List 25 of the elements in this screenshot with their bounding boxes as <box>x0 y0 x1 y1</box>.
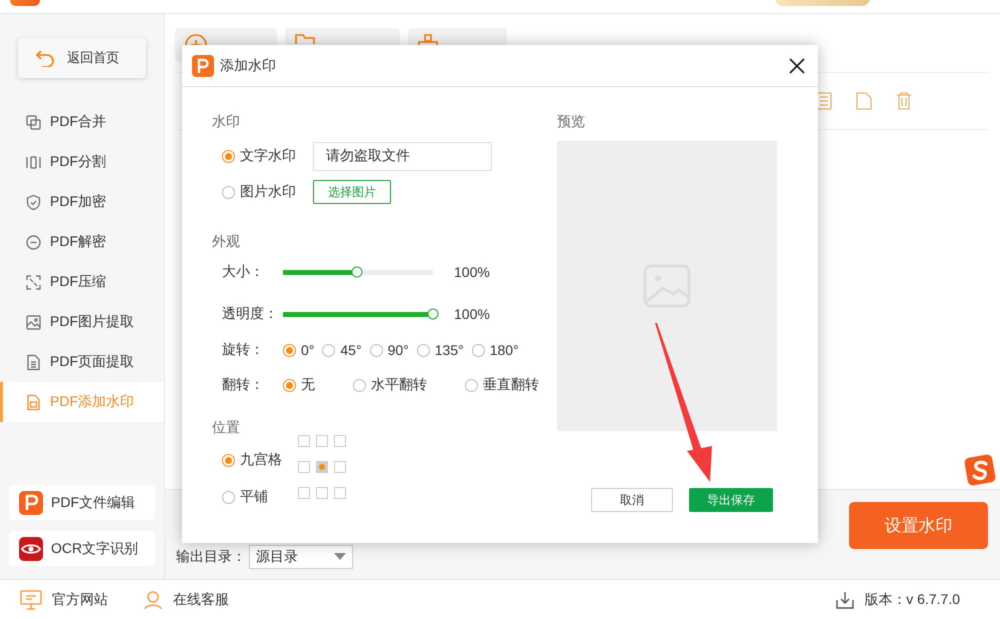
output-label: 输出目录： <box>176 548 246 566</box>
slider-value: 100% <box>454 306 490 322</box>
radio-label: 文字水印 <box>240 147 296 165</box>
radio-label: 垂直翻转 <box>483 376 539 394</box>
radio-label: 图片水印 <box>240 183 296 201</box>
option-label: 翻转： <box>222 376 265 394</box>
option-label: 旋转： <box>222 341 265 359</box>
dialog-title: 添加水印 <box>220 56 276 74</box>
radio-label: 无 <box>301 376 315 394</box>
radio-label: 九宫格 <box>240 451 282 469</box>
radio-label: 135° <box>434 342 464 358</box>
radio-label: 90° <box>388 342 409 358</box>
radio-label: 45° <box>340 342 362 358</box>
section-title: 位置 <box>212 418 241 437</box>
radio-label: 180° <box>490 342 519 358</box>
section-title: 水印 <box>212 112 241 131</box>
slider-label: 透明度： <box>222 305 279 323</box>
slider-label: 大小： <box>222 263 265 281</box>
radio-label: 平铺 <box>240 488 268 506</box>
version-text: 版本：v 6.7.7.0 <box>864 590 960 608</box>
slider-value: 100% <box>454 264 490 280</box>
radio-label: 水平翻转 <box>371 376 427 394</box>
radio-label: 0° <box>301 342 314 358</box>
section-title: 外观 <box>212 232 241 251</box>
section-title: 预览 <box>557 112 586 131</box>
